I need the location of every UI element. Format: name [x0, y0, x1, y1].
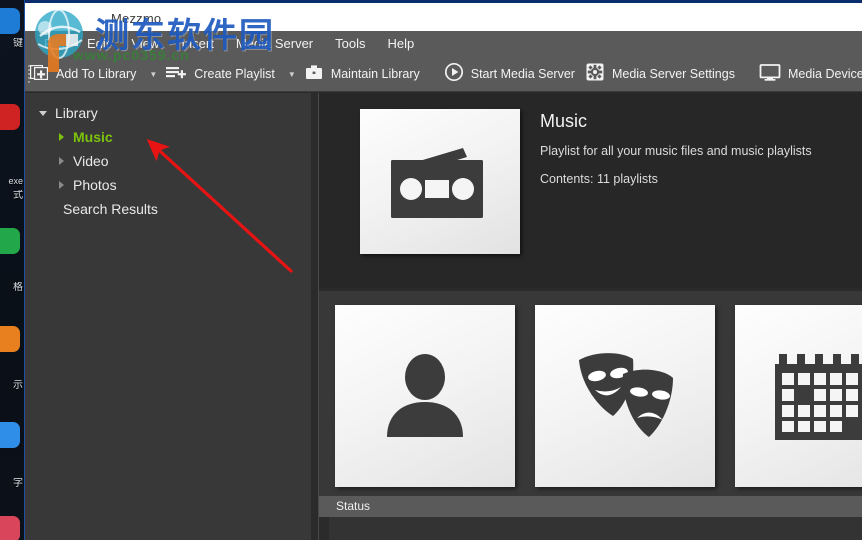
create-playlist-icon [165, 62, 187, 87]
gear-icon [585, 62, 605, 87]
menu-item-insert[interactable]: Insert [170, 31, 225, 57]
desktop-icon-label: 键 [0, 38, 24, 49]
toolbar: Add To Library ▼ Create Playlist ▼ [25, 57, 862, 92]
sidebar-item-search-results[interactable]: Search Results [35, 197, 311, 221]
menu-item-edit[interactable]: Edit [76, 31, 120, 57]
sidebar: Library Music Video Photos [25, 93, 311, 540]
desktop-icon-label: 格 [0, 282, 24, 293]
add-to-library-label: Add To Library [56, 67, 136, 81]
detail-title: Music [540, 111, 587, 132]
theater-masks-icon [571, 342, 679, 451]
chevron-right-icon[interactable] [53, 181, 69, 189]
media-devices-button[interactable]: Media Devices [755, 57, 862, 92]
desktop-icon[interactable] [0, 326, 20, 352]
body-area: Library Music Video Photos [25, 93, 862, 540]
chevron-down-icon[interactable] [35, 111, 51, 116]
menu-item-media-server[interactable]: Media Server [225, 31, 324, 57]
chevron-right-icon[interactable] [53, 133, 69, 141]
sidebar-item-label: Music [73, 129, 113, 145]
desktop-icon-label: 式 [0, 190, 24, 201]
start-media-server-button[interactable]: Start Media Server [440, 57, 581, 92]
tile-calendar[interactable] [735, 305, 862, 487]
menu-item-tools[interactable]: Tools [324, 31, 376, 57]
chevron-right-icon[interactable] [53, 157, 69, 165]
desktop-icon-label: 字 [0, 478, 24, 489]
title-bar[interactable]: Mezzmo [25, 3, 862, 31]
create-playlist-button[interactable]: Create Playlist [161, 57, 281, 92]
status-bar: Status [319, 496, 862, 517]
menu-item-view[interactable]: View [120, 31, 170, 57]
desktop-icon[interactable] [0, 516, 20, 540]
desktop-icon-label: 示 [0, 380, 24, 391]
start-media-server-label: Start Media Server [471, 67, 575, 81]
sidebar-item-music[interactable]: Music [35, 125, 311, 149]
maintain-library-icon [304, 62, 324, 87]
calendar-icon [773, 344, 862, 449]
sidebar-item-label: Video [73, 153, 109, 169]
detail-contents: Contents: 11 playlists [540, 172, 658, 186]
desktop-icon[interactable] [0, 104, 20, 130]
desktop-icon[interactable] [0, 228, 20, 254]
screen: 键 exe 式 格 示 字 Mezzmo File Edit View Inse… [0, 0, 862, 540]
person-icon [375, 344, 475, 449]
media-devices-label: Media Devices [788, 67, 862, 81]
maintain-library-label: Maintain Library [331, 67, 420, 81]
add-to-library-icon [29, 62, 49, 87]
menu-bar: File Edit View Insert Media Server Tools… [25, 31, 862, 57]
main-content: Music Playlist for all your music files … [319, 93, 862, 540]
add-to-library-button[interactable]: Add To Library [25, 57, 142, 92]
desktop-icon[interactable] [0, 8, 20, 34]
sidebar-item-photos[interactable]: Photos [35, 173, 311, 197]
library-tree: Library Music Video Photos [25, 93, 311, 221]
desktop-icon[interactable] [0, 422, 20, 448]
sidebar-item-label: Search Results [63, 201, 158, 217]
play-circle-icon [444, 62, 464, 87]
media-server-settings-button[interactable]: Media Server Settings [581, 57, 741, 92]
monitor-icon [759, 62, 781, 87]
detail-description: Playlist for all your music files and mu… [540, 144, 812, 158]
sidebar-item-label: Photos [73, 177, 117, 193]
window-title: Mezzmo [111, 11, 161, 26]
tile-person[interactable] [335, 305, 515, 487]
media-server-settings-label: Media Server Settings [612, 67, 735, 81]
sidebar-item-video[interactable]: Video [35, 149, 311, 173]
status-body [329, 517, 862, 540]
tiles-panel [319, 291, 862, 496]
desktop-icon-label: exe [0, 176, 24, 187]
application-window: Mezzmo File Edit View Insert Media Serve… [24, 0, 862, 540]
create-playlist-label: Create Playlist [194, 67, 275, 81]
radio-icon [381, 132, 499, 231]
add-to-library-dropdown-icon[interactable]: ▼ [149, 70, 157, 79]
menu-item-file[interactable]: File [33, 31, 76, 57]
tile-theater-masks[interactable] [535, 305, 715, 487]
detail-panel: Music Playlist for all your music files … [319, 93, 862, 288]
sidebar-item-label: Library [55, 105, 98, 121]
menu-item-help[interactable]: Help [377, 31, 426, 57]
detail-thumbnail[interactable] [360, 109, 520, 254]
create-playlist-dropdown-icon[interactable]: ▼ [288, 70, 296, 79]
status-label: Status [336, 499, 370, 513]
desktop-background: 键 exe 式 格 示 字 [0, 0, 24, 540]
sidebar-item-library[interactable]: Library [35, 101, 311, 125]
maintain-library-button[interactable]: Maintain Library [300, 57, 426, 92]
